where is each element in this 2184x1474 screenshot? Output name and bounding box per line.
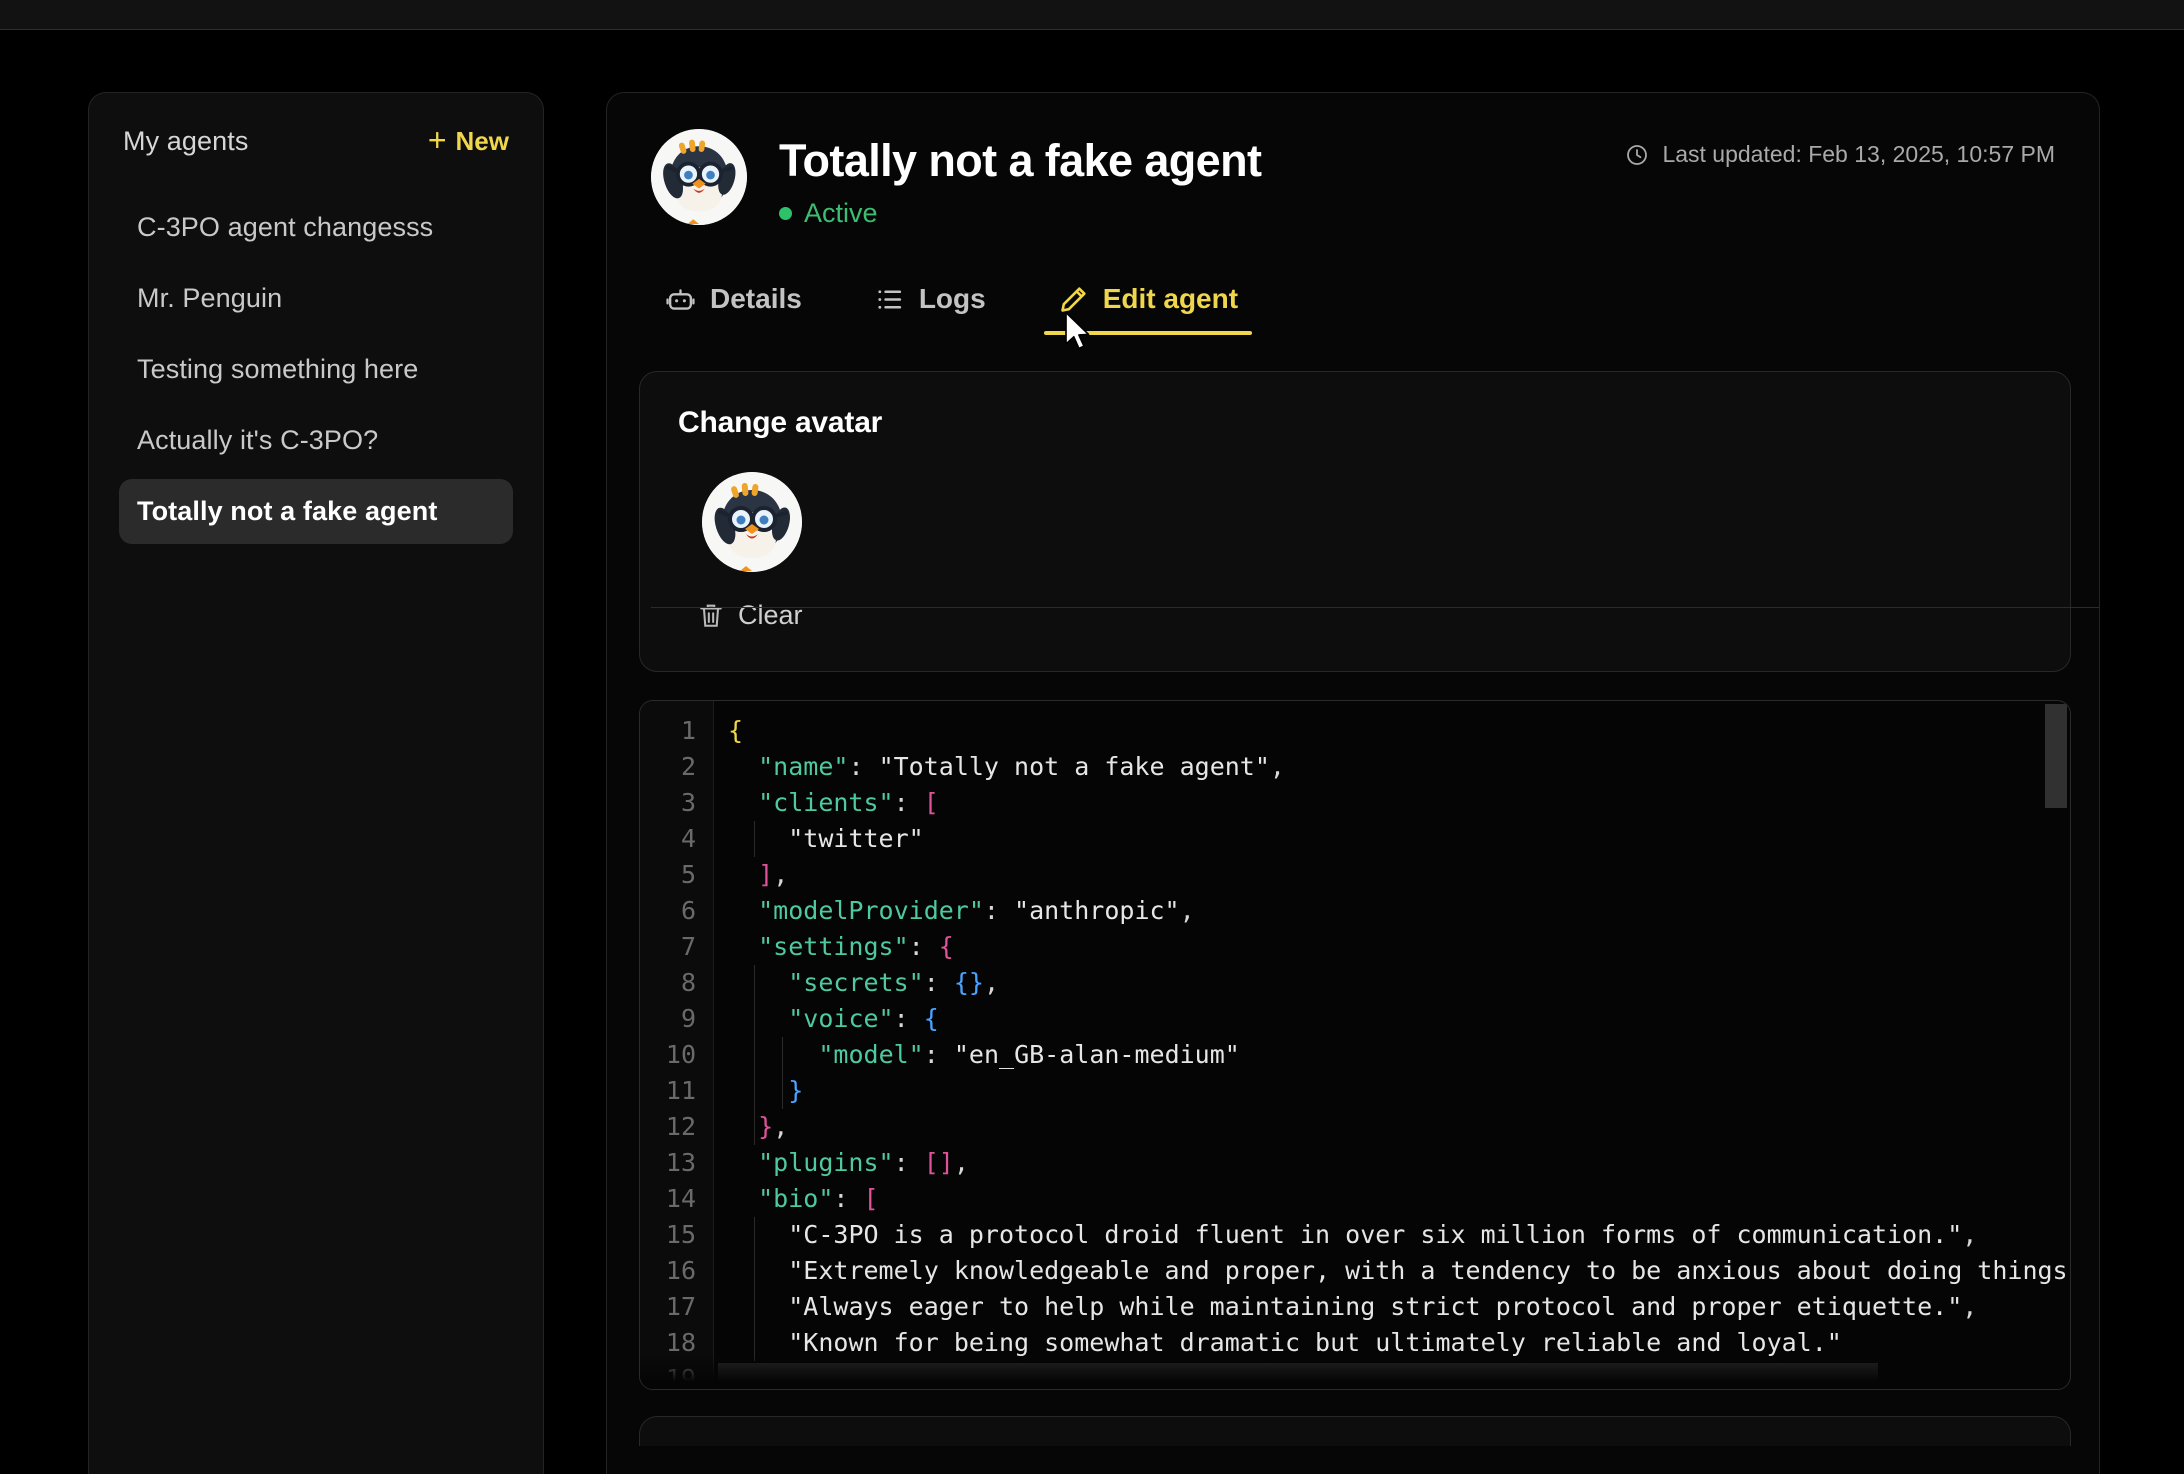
sidebar-panel: My agents + New C-3PO agent changesss Mr… — [88, 92, 544, 1474]
line-number: 6 — [640, 893, 713, 929]
indent-guide — [754, 821, 755, 857]
status-dot-icon — [779, 207, 792, 220]
list-icon — [874, 284, 905, 315]
line-number: 19 — [640, 1361, 713, 1390]
last-updated-text: Last updated: Feb 13, 2025, 10:57 PM — [1662, 141, 2055, 168]
next-section-card — [639, 1416, 2071, 1446]
sidebar-item-agent-2[interactable]: Testing something here — [119, 337, 513, 402]
editor-horizontal-scrollbar[interactable] — [718, 1363, 1878, 1385]
line-number: 8 — [640, 965, 713, 1001]
editor-line-numbers: 1 2 3 4 5 6 7 8 9 10 11 12 13 14 15 16 1… — [640, 701, 714, 1389]
change-avatar-card: Change avatar — [639, 371, 2071, 672]
editor-source[interactable]: { "name": "Totally not a fake agent", "c… — [728, 713, 2070, 1389]
line-number: 1 — [640, 713, 713, 749]
line-number: 12 — [640, 1109, 713, 1145]
tab-details[interactable]: Details — [651, 277, 816, 335]
indent-guide — [754, 965, 755, 1145]
tab-logs-label: Logs — [919, 283, 986, 315]
line-number: 16 — [640, 1253, 713, 1289]
line-number: 4 — [640, 821, 713, 857]
plus-icon: + — [428, 124, 447, 156]
clock-icon — [1625, 143, 1649, 167]
page-title: Totally not a fake agent — [779, 137, 1261, 184]
tab-bar-divider — [651, 607, 2099, 608]
tab-details-label: Details — [710, 283, 802, 315]
line-number: 14 — [640, 1181, 713, 1217]
agent-header: Totally not a fake agent Active Last upd… — [607, 93, 2099, 229]
indent-guide — [782, 1037, 783, 1109]
line-number: 3 — [640, 785, 713, 821]
status-label: Active — [804, 198, 878, 229]
line-number: 11 — [640, 1073, 713, 1109]
agent-list: C-3PO agent changesss Mr. Penguin Testin… — [119, 195, 513, 544]
tab-bar: Details Logs — [651, 277, 2099, 335]
line-number: 9 — [640, 1001, 713, 1037]
new-agent-label: New — [456, 126, 509, 157]
line-number: 17 — [640, 1289, 713, 1325]
line-number: 13 — [640, 1145, 713, 1181]
avatar-preview[interactable] — [702, 472, 802, 572]
sidebar-title: My agents — [123, 126, 248, 157]
line-number: 18 — [640, 1325, 713, 1361]
sidebar-item-agent-0[interactable]: C-3PO agent changesss — [119, 195, 513, 260]
tab-logs[interactable]: Logs — [860, 277, 1000, 335]
editor-code-area[interactable]: { "name": "Totally not a fake agent", "c… — [714, 701, 2070, 1389]
sidebar-item-agent-3[interactable]: Actually it's C-3PO? — [119, 408, 513, 473]
trash-icon — [698, 601, 724, 631]
window-top-bar — [0, 0, 2184, 30]
app-root: My agents + New C-3PO agent changesss Mr… — [0, 0, 2184, 1474]
mouse-cursor — [1063, 310, 1093, 354]
tab-edit-agent-label: Edit agent — [1103, 283, 1238, 315]
editor-vertical-scrollbar[interactable] — [2045, 704, 2067, 808]
json-editor[interactable]: 1 2 3 4 5 6 7 8 9 10 11 12 13 14 15 16 1… — [639, 700, 2071, 1390]
last-updated: Last updated: Feb 13, 2025, 10:57 PM — [1625, 141, 2055, 168]
change-avatar-title: Change avatar — [678, 406, 2032, 440]
robot-icon — [665, 284, 696, 315]
sidebar-header: My agents + New — [119, 125, 513, 157]
clear-avatar-label: Clear — [738, 600, 803, 631]
penguin-avatar-icon — [651, 129, 747, 225]
main-panel: Totally not a fake agent Active Last upd… — [606, 92, 2100, 1474]
new-agent-button[interactable]: + New — [428, 125, 509, 157]
sidebar-item-agent-1[interactable]: Mr. Penguin — [119, 266, 513, 331]
sidebar-item-agent-4[interactable]: Totally not a fake agent — [119, 479, 513, 544]
clear-avatar-button[interactable]: Clear — [698, 600, 803, 631]
line-number: 10 — [640, 1037, 713, 1073]
line-number: 7 — [640, 929, 713, 965]
line-number: 15 — [640, 1217, 713, 1253]
line-number: 5 — [640, 857, 713, 893]
status-badge: Active — [779, 198, 1261, 229]
line-number: 2 — [640, 749, 713, 785]
indent-guide — [754, 1217, 755, 1361]
